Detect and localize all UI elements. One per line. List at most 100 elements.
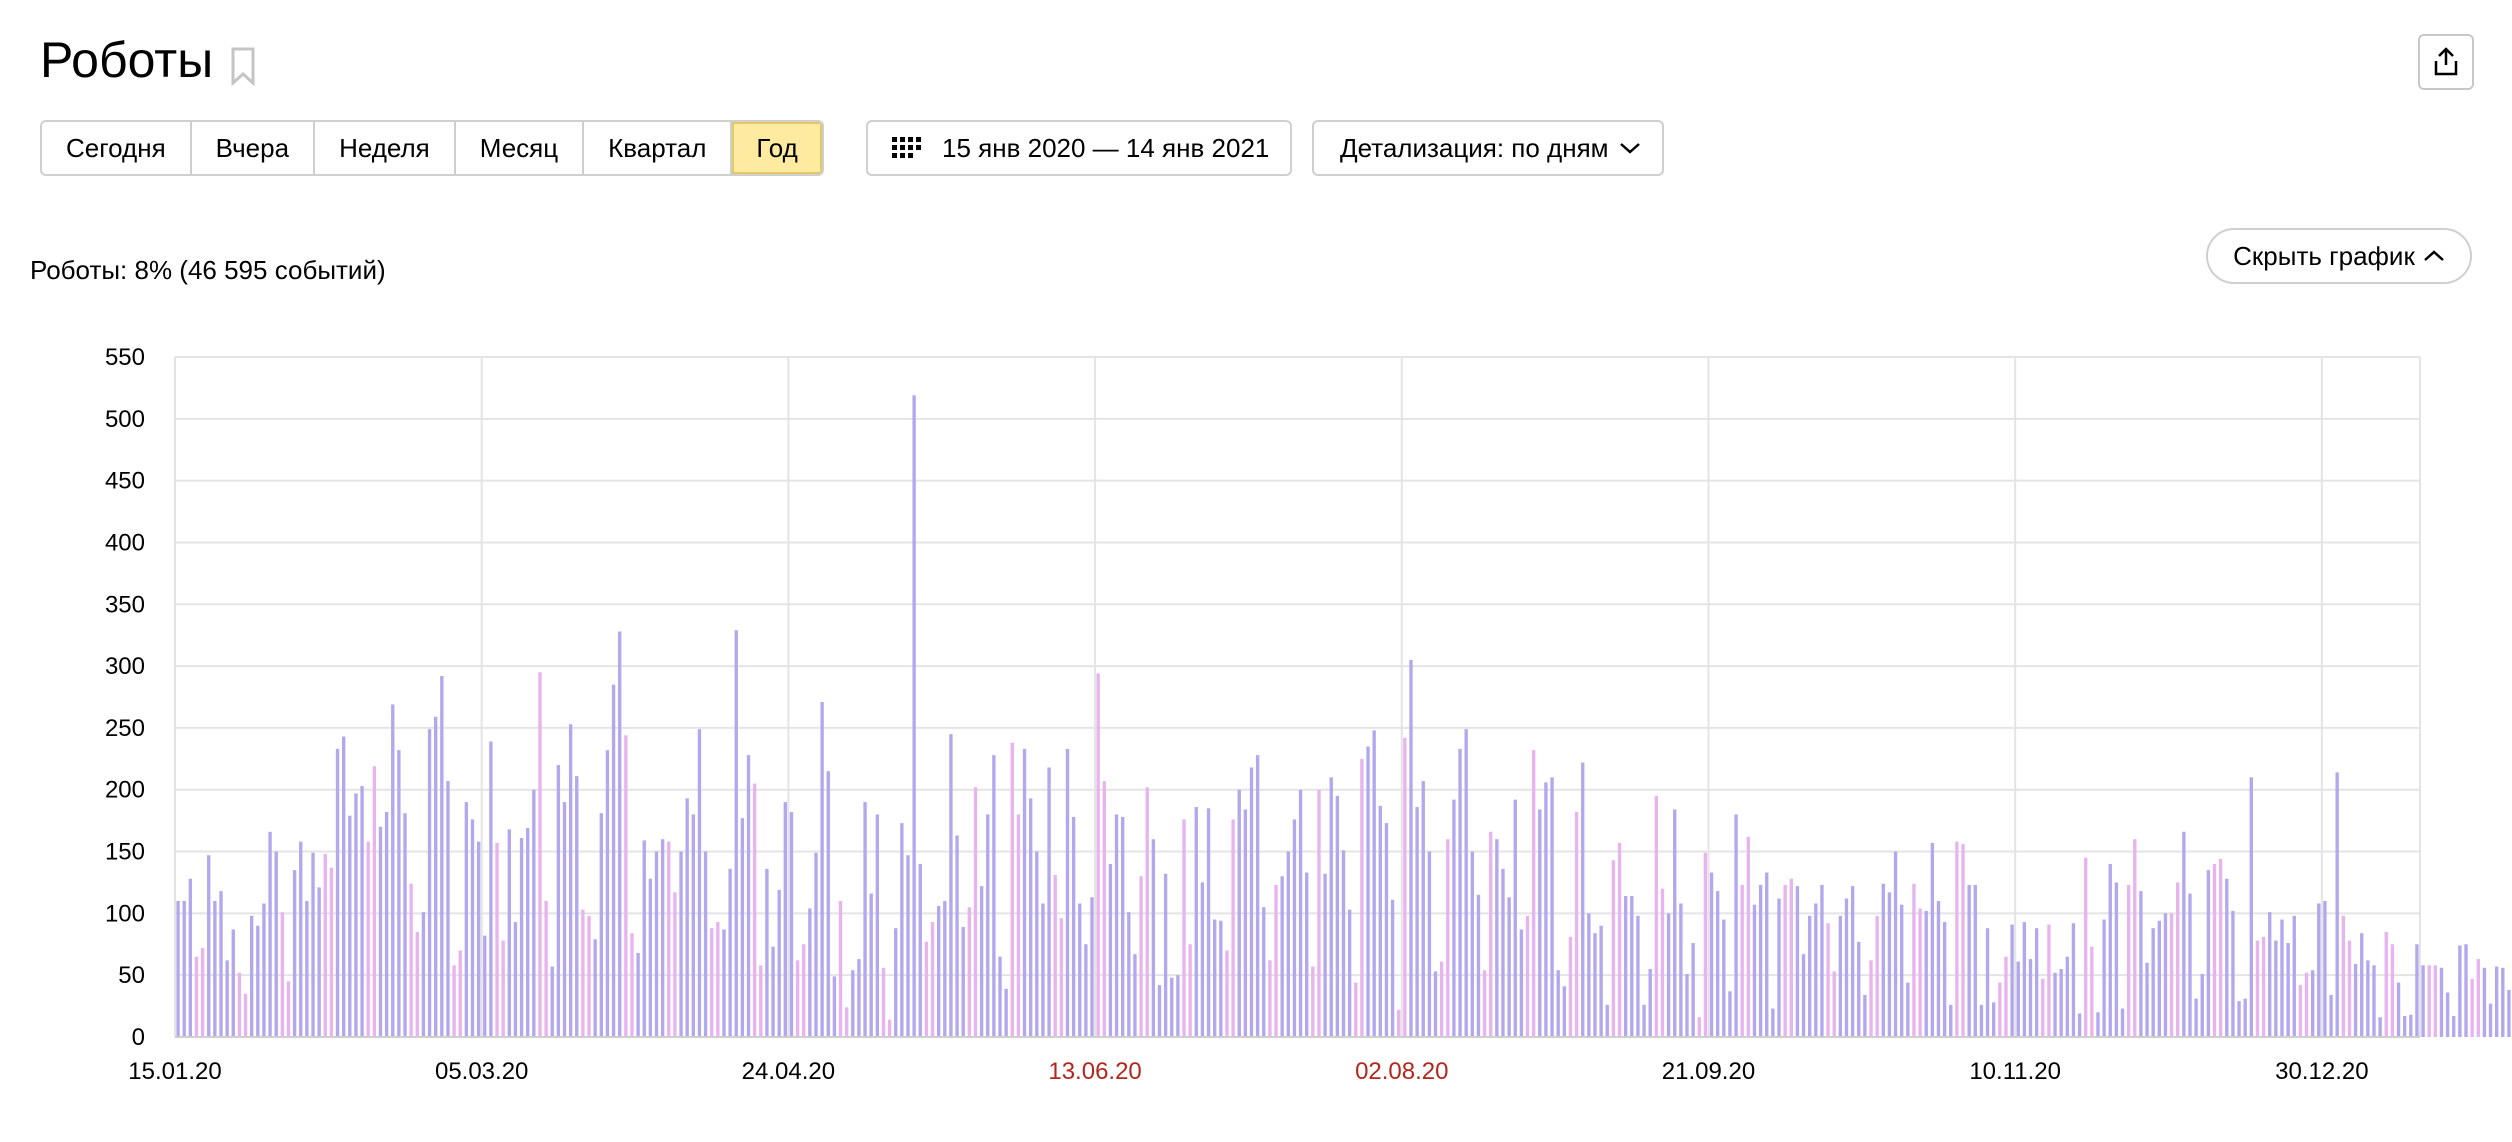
detail-dropdown[interactable]: Детализация: по дням (1312, 120, 1664, 176)
bar (2427, 965, 2431, 1037)
bar (1679, 903, 1683, 1037)
bar (832, 976, 837, 1037)
bar (2304, 972, 2309, 1037)
bar (391, 704, 395, 1037)
bar (1605, 1004, 1609, 1037)
bar (2494, 966, 2499, 1037)
bar (2218, 858, 2223, 1037)
bar (1163, 873, 1168, 1037)
bar (1409, 659, 1413, 1037)
bar (1507, 897, 1511, 1037)
bar (1574, 811, 1579, 1037)
bar (710, 928, 714, 1037)
bar (1525, 915, 1530, 1037)
bar (863, 802, 867, 1037)
bar (992, 755, 996, 1037)
bar (1820, 884, 1824, 1037)
y-tick-label: 350 (105, 591, 145, 618)
bar (1071, 816, 1076, 1037)
bar (2378, 1017, 2382, 1037)
detail-label: Детализация: по дням (1340, 132, 1609, 163)
bar (200, 947, 205, 1037)
bar (1562, 986, 1567, 1037)
bar (1292, 819, 1297, 1037)
bar (1949, 1004, 1953, 1037)
bar (1807, 915, 1812, 1037)
bar (1673, 809, 1677, 1037)
bar (1102, 781, 1106, 1037)
bar (2059, 969, 2063, 1037)
bar (1642, 1004, 1646, 1037)
bar (814, 852, 818, 1037)
tab-quarter[interactable]: Квартал (584, 122, 733, 174)
chevron-down-icon (1619, 143, 1640, 154)
bar (2016, 961, 2020, 1037)
bar (930, 922, 935, 1037)
bar (716, 922, 720, 1037)
bar (599, 813, 603, 1037)
bar (961, 926, 965, 1037)
bar (1709, 872, 1714, 1037)
bar (1654, 795, 1659, 1037)
bar (378, 826, 383, 1037)
tab-today[interactable]: Сегодня (42, 122, 192, 174)
bar (237, 972, 242, 1037)
bar (415, 931, 419, 1037)
bar (2077, 1013, 2082, 1037)
bar (1728, 991, 1732, 1037)
y-tick-label: 400 (105, 529, 145, 556)
x-tick-label: 10.11.20 (1969, 1058, 2061, 1085)
bookmark-icon[interactable] (228, 46, 258, 86)
bar (2415, 944, 2419, 1037)
bar (1010, 742, 1014, 1037)
period-selector: Сегодня Вчера Неделя Месяц Квартал Год (40, 120, 824, 176)
bar (820, 701, 824, 1037)
bar (2317, 903, 2321, 1037)
bar (986, 814, 990, 1037)
bar (783, 802, 788, 1037)
bar (1985, 928, 1990, 1037)
bar (176, 901, 180, 1037)
bar (2237, 1001, 2241, 1037)
bar (519, 837, 524, 1037)
bar (446, 781, 450, 1037)
bar (427, 729, 432, 1037)
bar (2445, 992, 2450, 1037)
share-button[interactable] (2418, 34, 2474, 90)
bar (452, 965, 456, 1037)
bar (483, 935, 487, 1037)
bar (1237, 789, 1241, 1037)
y-tick-label: 100 (105, 900, 145, 927)
bar (2139, 891, 2143, 1037)
hide-chart-button[interactable]: Скрыть график (2206, 228, 2472, 284)
y-tick-label: 300 (105, 653, 145, 680)
bar (1384, 823, 1389, 1037)
bar (1636, 915, 1640, 1037)
bar (906, 855, 910, 1037)
bar (2065, 956, 2069, 1037)
tab-month[interactable]: Месяц (455, 122, 585, 174)
bar (1120, 816, 1125, 1037)
date-range-button[interactable]: 15 янв 2020 — 14 янв 2021 (866, 120, 1292, 176)
bar (912, 395, 916, 1037)
bar (1936, 901, 1941, 1037)
bar (225, 960, 229, 1037)
bar (562, 802, 567, 1037)
tab-year[interactable]: Год (732, 122, 822, 174)
bar (611, 684, 616, 1037)
bar (1703, 852, 1708, 1037)
bar (838, 901, 843, 1037)
bar (1875, 915, 1879, 1037)
bar (513, 922, 518, 1037)
bar (317, 887, 321, 1037)
bar (2212, 863, 2217, 1037)
bar (1918, 908, 1922, 1037)
bar (1458, 748, 1462, 1037)
tab-week[interactable]: Неделя (315, 122, 456, 174)
bar (2384, 931, 2388, 1037)
tab-yesterday[interactable]: Вчера (191, 122, 316, 174)
bar (2194, 998, 2198, 1037)
bar (759, 965, 763, 1037)
bar (464, 802, 469, 1037)
bar (851, 970, 855, 1037)
